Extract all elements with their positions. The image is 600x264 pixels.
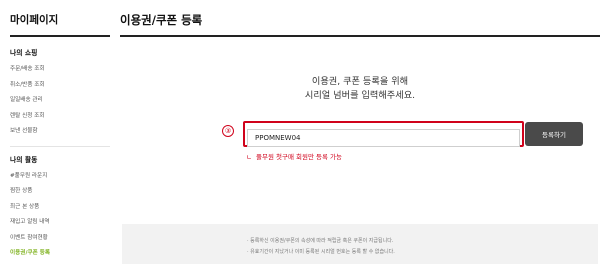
sidebar-title: 마이페이지: [10, 14, 59, 26]
sidebar-item-restock-alerts[interactable]: 재입고 알림 내역: [10, 215, 112, 231]
note-text: 풀무원 첫구매 회원만 등록 가능: [255, 153, 342, 161]
sidebar-section-activity: 나의 활동: [10, 155, 38, 164]
register-button[interactable]: 등록하기: [525, 122, 583, 146]
info-box: · 등록하신 이용권/쿠폰의 속성에 따라 적립금 혹은 쿠폰이 지급됩니다. …: [122, 224, 598, 264]
intro-line-2: 시리얼 넘버를 입력해주세요.: [304, 90, 416, 101]
sidebar-item-wishlist[interactable]: 찜한 상품: [10, 184, 112, 200]
coupon-code-input[interactable]: [247, 129, 520, 147]
sidebar-item-sent-gifts[interactable]: 보낸 선물함: [10, 124, 112, 140]
coupon-code-highlight: [243, 121, 524, 147]
note-arrow: ㄴ: [246, 153, 252, 161]
info-line-1: · 등록하신 이용권/쿠폰의 속성에 따라 적립금 혹은 쿠폰이 지급됩니다.: [247, 238, 394, 244]
page-title: 이용권/쿠폰 등록: [120, 13, 203, 27]
eligibility-note: ㄴ 풀무원 첫구매 회원만 등록 가능: [246, 151, 342, 161]
sidebar-item-order-delivery[interactable]: 주문/배송 조회: [10, 62, 112, 78]
title-divider: [120, 35, 600, 37]
main-content: 이용권/쿠폰 등록 이용권, 쿠폰 등록을 위해 시리얼 넘버를 입력해주세요.…: [120, 0, 600, 264]
sidebar-separator: [10, 145, 110, 147]
sidebar: 마이페이지 나의 쇼핑 주문/배송 조회 취소/반품 조회 일일배송 관리 렌탈…: [0, 0, 112, 264]
sidebar-item-recently-viewed[interactable]: 최근 본 상품: [10, 200, 112, 216]
sidebar-item-daily-delivery[interactable]: 일일배송 관리: [10, 93, 112, 109]
info-line-2: · 유효기간이 지났거나 이미 등록된 시리얼 번호는 등록 할 수 없습니다.: [247, 249, 395, 255]
intro-line-1: 이용권, 쿠폰 등록을 위해: [311, 76, 409, 87]
sidebar-divider: [10, 35, 110, 37]
sidebar-item-cancel-return[interactable]: 취소/반품 조회: [10, 78, 112, 94]
intro-text: 이용권, 쿠폰 등록을 위해 시리얼 넘버를 입력해주세요.: [120, 75, 600, 103]
sidebar-item-lounge[interactable]: #풀무원 라운지: [10, 169, 112, 185]
sidebar-item-events[interactable]: 이벤트 참여현황: [10, 231, 112, 247]
sidebar-section-shopping: 나의 쇼핑: [10, 49, 38, 57]
step-number-badge: ③: [222, 125, 234, 137]
sidebar-item-rental[interactable]: 렌탈 신청 조회: [10, 109, 112, 125]
sidebar-item-coupon-register[interactable]: 이용권/쿠폰 등록: [10, 246, 112, 262]
